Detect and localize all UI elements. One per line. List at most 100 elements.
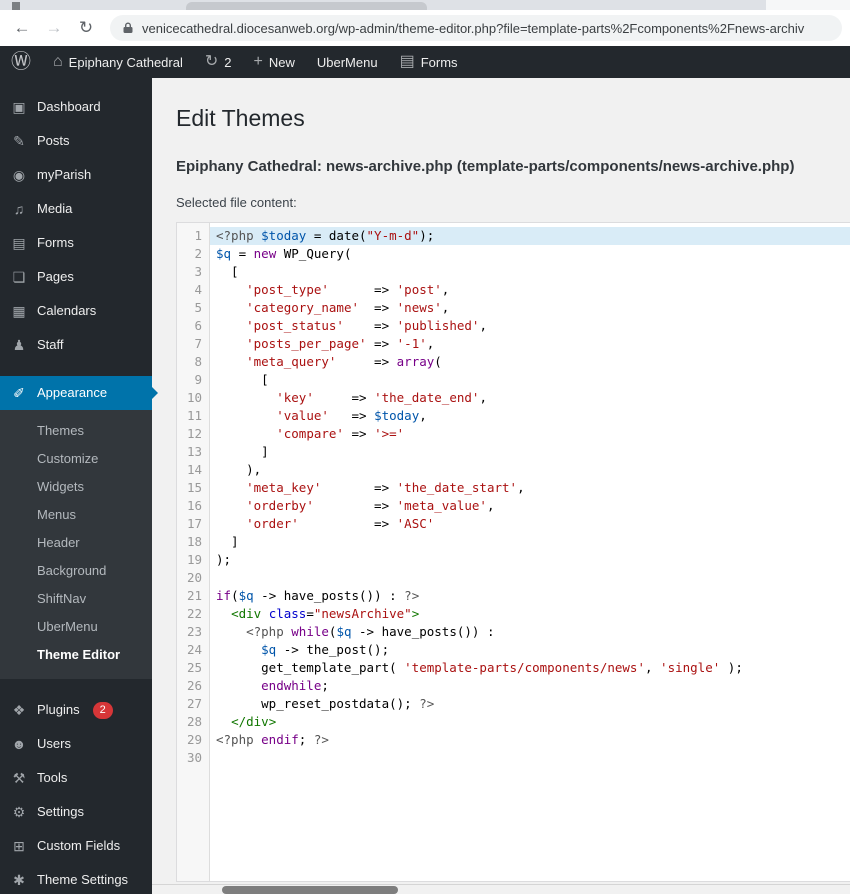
code-line: ]: [216, 443, 269, 459]
sidebar-item-label: Pages: [37, 269, 74, 284]
lock-icon: [123, 22, 133, 33]
sidebar-item-tools[interactable]: ⚒ Tools: [0, 761, 152, 795]
line-number: 15: [186, 479, 202, 495]
submenu-item-theme-editor[interactable]: Theme Editor: [0, 641, 152, 669]
submenu-item-ubermenu[interactable]: UberMenu: [0, 613, 152, 641]
code-line: endwhile;: [261, 677, 329, 693]
line-number: 13: [186, 443, 202, 459]
forward-button[interactable]: →: [40, 14, 68, 42]
line-number: 7: [194, 335, 202, 351]
line-number: 17: [186, 515, 202, 531]
line-number: 26: [186, 677, 202, 693]
sidebar-item-label: Custom Fields: [37, 838, 121, 853]
sidebar-item-pages[interactable]: ❏ Pages: [0, 260, 152, 294]
code-editor[interactable]: 1 2 3 4 5 6 7 8 9 10 11 12 13 14 15 16 17 18 19 20 21 22 23 24 2…: [176, 221, 850, 882]
file-heading: Epiphany Cathedral: news-archive.php (te…: [176, 157, 795, 175]
code-line: $q -> the_post();: [261, 641, 390, 657]
forms-icon: ▤: [399, 53, 415, 70]
sidebar-item-label: Staff: [37, 337, 64, 352]
back-button[interactable]: ←: [8, 14, 36, 42]
sidebar-item-appearance[interactable]: ✐ Appearance: [0, 376, 158, 410]
updates-icon: ↻: [204, 53, 219, 70]
sidebar-item-forms[interactable]: ▤ Forms: [0, 226, 152, 260]
sidebar-item-label: Settings: [37, 804, 84, 819]
menu-separator: [0, 362, 152, 376]
new-content-icon: +: [253, 53, 263, 70]
browser-toolbar: ← → ↻ venicecathedral.diocesanweb.org/wp…: [0, 10, 850, 46]
sidebar-item-media[interactable]: ♫ Media: [0, 192, 152, 226]
code-line: ]: [216, 533, 239, 549]
update-count-badge: 2: [92, 701, 113, 719]
editor-code[interactable]: <?php $today = date("Y-m-d"); $q = new WP…: [210, 223, 850, 881]
posts-icon: ✎: [13, 133, 25, 149]
code-line: 'value' => $today,: [276, 407, 427, 423]
line-number: 3: [194, 263, 202, 279]
sidebar-item-label: Users: [37, 736, 71, 751]
line-number: 8: [194, 353, 202, 369]
admin-bar-forms[interactable]: ▤ Forms: [389, 46, 469, 78]
admin-bar-site-name[interactable]: ⌂ Epiphany Cathedral: [42, 46, 194, 78]
code-line: 'orderby' => 'meta_value',: [246, 497, 495, 513]
code-line: ),: [216, 461, 262, 477]
submenu-item-shiftnav[interactable]: ShiftNav: [0, 585, 152, 613]
line-number: 24: [186, 641, 202, 657]
sidebar-item-theme-settings[interactable]: ✱ Theme Settings: [0, 863, 152, 894]
code-line: 'order' => 'ASC': [246, 515, 435, 531]
selected-file-content-label: Selected file content:: [176, 194, 297, 210]
address-bar[interactable]: venicecathedral.diocesanweb.org/wp-admin…: [110, 15, 842, 41]
sidebar-item-posts[interactable]: ✎ Posts: [0, 124, 152, 158]
site-name-icon: ⌂: [53, 53, 63, 70]
sidebar-item-plugins[interactable]: ❖ Plugins 2: [0, 693, 152, 727]
tools-icon: ⚒: [12, 770, 26, 786]
submenu-item-menus[interactable]: Menus: [0, 501, 152, 529]
code-line: $q = new WP_Query(: [216, 245, 352, 261]
code-line: 'meta_query' => array(: [246, 353, 442, 369]
code-line: 'key' => 'the_date_end',: [276, 389, 487, 405]
refresh-button[interactable]: ↻: [72, 14, 100, 42]
line-number: 5: [194, 299, 202, 315]
sidebar-item-label: Appearance: [37, 385, 108, 400]
submenu-item-widgets[interactable]: Widgets: [0, 473, 152, 501]
sidebar-item-staff[interactable]: ♟ Staff: [0, 328, 152, 362]
browser-tab[interactable]: [186, 2, 427, 10]
admin-bar-updates[interactable]: ↻ 2: [194, 46, 243, 78]
horizontal-scrollbar[interactable]: [152, 884, 850, 894]
submenu-item-header[interactable]: Header: [0, 529, 152, 557]
editor-gutter: 1 2 3 4 5 6 7 8 9 10 11 12 13 14 15 16 17 18 19 20 21 22 23 24 2…: [177, 222, 210, 881]
admin-bar-new-content[interactable]: + New: [243, 46, 306, 78]
line-number: 12: [186, 425, 202, 441]
sidebar-item-label: Dashboard: [37, 99, 101, 114]
sidebar-item-label: Forms: [37, 235, 74, 250]
code-line: 'compare' => '>=': [276, 425, 405, 441]
sidebar-item-myparish[interactable]: ◉ myParish: [0, 158, 152, 192]
line-number: 10: [186, 389, 202, 405]
sidebar-item-calendars[interactable]: ▦ Calendars: [0, 294, 152, 328]
sidebar-item-dashboard[interactable]: ▣ Dashboard: [0, 90, 152, 124]
settings-icon: ⚙: [12, 804, 26, 820]
admin-bar-wp-logo[interactable]: Ⓦ: [0, 46, 42, 78]
appearance-submenu: Themes Customize Widgets Menus Header Backgro…: [0, 410, 152, 679]
line-number: 9: [194, 371, 202, 387]
code-line: 'post_type' => 'post',: [246, 281, 450, 297]
wp-logo-icon: Ⓦ: [11, 51, 31, 73]
sidebar-menu: ▣ Dashboard ✎ Posts ◉ myParish ♫ Media ▤ Forms ❏ Pa…: [0, 78, 158, 894]
code-line: </div>: [231, 713, 277, 729]
sidebar-item-label: myParish: [37, 167, 92, 182]
browser-tab-strip[interactable]: [0, 0, 850, 10]
admin-bar-label: Epiphany Cathedral: [68, 54, 183, 70]
users-icon: ☻: [11, 736, 27, 752]
submenu-item-background[interactable]: Background: [0, 557, 152, 585]
sidebar-item-custom-fields[interactable]: ⊞ Custom Fields: [0, 829, 152, 863]
scrollbar-thumb[interactable]: [222, 886, 398, 894]
sidebar-item-users[interactable]: ☻ Users: [0, 727, 152, 761]
pages-icon: ❏: [12, 269, 26, 285]
sidebar-item-label: Theme Settings: [37, 872, 129, 887]
sidebar-item-settings[interactable]: ⚙ Settings: [0, 795, 152, 829]
page-title: Edit Themes: [176, 105, 305, 131]
browser-tab-inactive[interactable]: [766, 0, 850, 10]
admin-bar-ubermenu[interactable]: UberMenu: [306, 46, 389, 78]
line-number: 29: [186, 731, 202, 747]
submenu-item-customize[interactable]: Customize: [0, 445, 152, 473]
submenu-item-themes[interactable]: Themes: [0, 417, 152, 445]
